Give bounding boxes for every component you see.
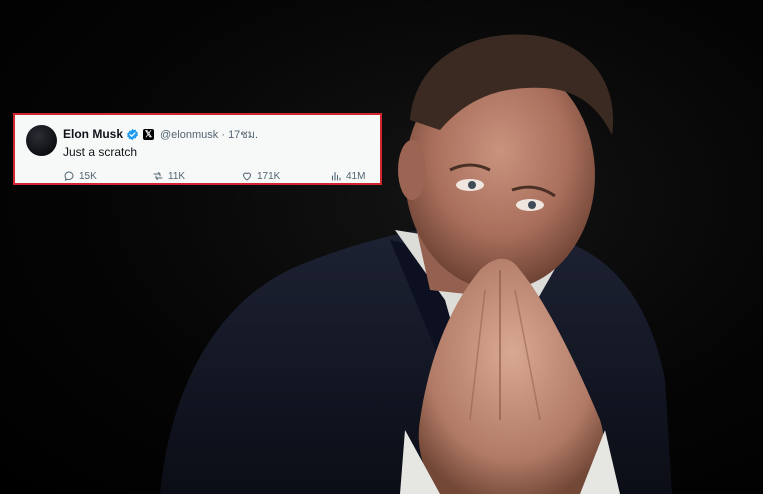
repost-button[interactable]: 11K [152,170,185,182]
portrait-photo [160,34,672,494]
like-button[interactable]: 171K [241,170,280,182]
tweet-time[interactable]: 17ชม. [228,129,258,141]
repost-count: 11K [168,170,186,182]
reply-count: 15K [79,170,97,182]
reply-button[interactable]: 15K [63,170,97,182]
like-count: 171K [257,170,281,182]
repost-icon [153,172,163,180]
image-scene: Elon Musk 𝕏 @elonmusk · 17ชม. Just a scr… [0,0,763,494]
avatar[interactable] [26,125,57,156]
x-logo-icon: 𝕏 [143,128,155,140]
views-icon [331,171,341,181]
reply-icon [64,171,74,181]
tweet-text: Just a scratch [63,145,138,159]
tweet-card[interactable]: Elon Musk 𝕏 @elonmusk · 17ชม. Just a scr… [13,113,382,185]
tweet-meta: @elonmusk · 17ชม. [160,125,258,143]
meta-separator: · [221,129,225,141]
verified-icon [126,128,139,141]
views-button[interactable]: 41M [330,170,365,182]
views-count: 41M [346,170,366,182]
tweet-actions: 15K 11K 171K 41M [63,170,365,184]
tweet-header: Elon Musk 𝕏 @elonmusk · 17ชม. [63,126,258,142]
author-name[interactable]: Elon Musk [63,127,123,141]
author-handle[interactable]: @elonmusk [160,129,218,141]
like-icon [243,172,251,181]
